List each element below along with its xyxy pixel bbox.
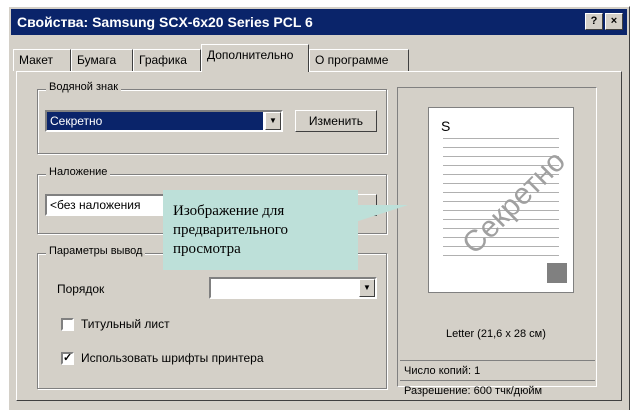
tab-paper[interactable]: Бумага [71,49,133,71]
watermark-group-label: Водяной знак [46,81,122,93]
paper-text-line [443,147,559,148]
printer-fonts-label: Использовать шрифты принтера [81,351,264,365]
paper-text-line [443,255,559,256]
paper-text-line [443,138,559,139]
paper-size-label: Letter (21,6 x 28 см) [446,328,546,340]
output-group-label: Параметры вывод [46,245,146,257]
callout-line-2: предварительного [173,222,289,238]
tab-layout[interactable]: Макет [13,49,71,71]
chevron-down-icon[interactable]: ▼ [359,279,375,297]
paper-letter: S [441,118,451,134]
cover-page-label: Титульный лист [81,317,170,331]
overlay-square-icon [547,263,567,283]
resolution-info: Разрешение: 600 тчк/дюйм [400,380,595,400]
paper-text-line [443,246,559,247]
copies-info: Число копий: 1 [400,360,595,380]
chevron-down-icon[interactable]: ▼ [265,112,281,130]
watermark-select-value: Секретно [47,112,263,130]
callout-line-3: просмотра [173,241,241,257]
cover-page-checkbox[interactable] [61,318,74,331]
close-button[interactable]: × [605,13,623,30]
title-bar: Свойства: Samsung SCX-6x20 Series PCL 6 … [11,9,627,35]
watermark-select[interactable]: Секретно ▼ [45,110,283,132]
tab-about[interactable]: О программе [309,49,409,71]
tab-graphics[interactable]: Графика [133,49,201,71]
overlay-group-label: Наложение [46,166,111,178]
order-select[interactable]: ▼ [209,277,377,299]
callout-line-1: Изображение для [173,203,285,219]
help-button[interactable]: ? [585,13,603,30]
preview-paper: S Секретно [428,107,574,293]
overlay-select-value: <без наложения [50,198,141,212]
order-label: Порядок [57,282,105,296]
checkmark-icon: ✓ [63,352,73,364]
watermark-preview-text: Секретно [456,144,572,261]
preview-callout: Изображение для предварительного просмот… [163,190,358,270]
tab-advanced[interactable]: Дополнительно [201,44,309,72]
window-title: Свойства: Samsung SCX-6x20 Series PCL 6 [17,14,313,30]
edit-watermark-button[interactable]: Изменить [295,110,377,132]
printer-fonts-checkbox[interactable]: ✓ [61,352,74,365]
